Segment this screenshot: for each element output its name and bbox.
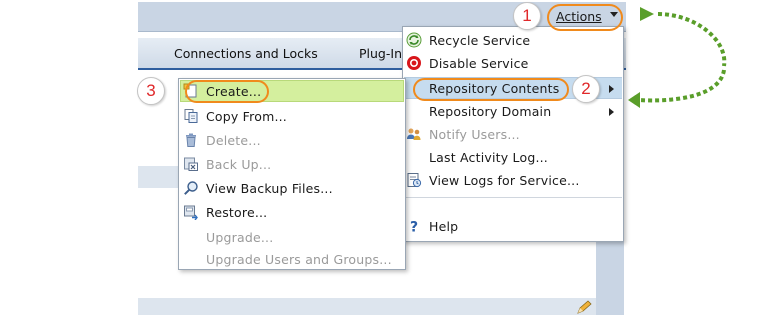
users-icon bbox=[405, 125, 423, 143]
menu-item-label: Restore... bbox=[206, 204, 268, 220]
step-number-2: 2 bbox=[572, 75, 600, 103]
menu-separator bbox=[404, 197, 622, 198]
menu-item-help[interactable]: ? Help bbox=[405, 215, 458, 237]
menu-item-recycle-service[interactable]: Recycle Service bbox=[405, 29, 530, 51]
submenu-item-view-backup-files[interactable]: View Backup Files... bbox=[182, 177, 333, 199]
flow-arrow-icon bbox=[628, 7, 727, 108]
submenu-item-back-up[interactable]: Back Up... bbox=[182, 153, 271, 175]
menu-item-repository-domain[interactable]: Repository Domain bbox=[405, 100, 551, 122]
tab-plug-ins[interactable]: Plug-In bbox=[359, 46, 402, 61]
menu-item-label: View Logs for Service... bbox=[429, 172, 580, 188]
menu-item-label: Last Activity Log... bbox=[429, 149, 548, 165]
magnifier-icon bbox=[182, 179, 200, 197]
disable-icon bbox=[405, 54, 423, 72]
menu-item-label: Recycle Service bbox=[429, 32, 531, 48]
menu-item-label: Upgrade Users and Groups... bbox=[206, 251, 392, 267]
submenu-item-restore[interactable]: Restore... bbox=[182, 201, 267, 223]
menu-item-label: Copy From... bbox=[206, 108, 287, 124]
menu-item-disable-service[interactable]: Disable Service bbox=[405, 52, 529, 74]
submenu-item-copy-from[interactable]: Copy From... bbox=[182, 105, 287, 127]
menu-item-label: Back Up... bbox=[206, 156, 272, 172]
svg-text:?: ? bbox=[410, 220, 418, 235]
submenu-item-delete[interactable]: Delete... bbox=[182, 129, 261, 151]
menu-item-label: Delete... bbox=[206, 132, 261, 148]
help-icon: ? bbox=[405, 217, 423, 235]
callout-highlight-create bbox=[185, 80, 269, 103]
menu-item-label: Notify Users... bbox=[429, 126, 520, 142]
menu-item-label: View Backup Files... bbox=[206, 180, 333, 196]
submenu-item-upgrade-users-and-groups[interactable]: Upgrade Users and Groups... bbox=[182, 248, 392, 270]
callout-highlight-repository-contents bbox=[413, 78, 569, 101]
tab-connections-and-locks[interactable]: Connections and Locks bbox=[174, 46, 318, 61]
menu-item-view-logs-for-service[interactable]: View Logs for Service... bbox=[405, 169, 580, 191]
menu-item-label: Help bbox=[429, 218, 459, 234]
submenu-item-upgrade[interactable]: Upgrade... bbox=[182, 226, 273, 248]
step-number-3: 3 bbox=[137, 77, 165, 105]
trash-icon bbox=[182, 131, 200, 149]
menu-item-label: Disable Service bbox=[429, 55, 529, 71]
menu-item-label: Upgrade... bbox=[206, 229, 274, 245]
menu-item-last-activity-log[interactable]: Last Activity Log... bbox=[405, 146, 548, 168]
backup-icon bbox=[182, 155, 200, 173]
copy-icon bbox=[182, 107, 200, 125]
step-number-1: 1 bbox=[513, 2, 541, 30]
pencil-icon[interactable] bbox=[576, 300, 592, 314]
recycle-icon bbox=[405, 31, 423, 49]
menu-item-notify-users[interactable]: Notify Users... bbox=[405, 123, 520, 145]
bottom-panel-header bbox=[138, 298, 596, 315]
restore-icon bbox=[182, 203, 200, 221]
menu-item-label: Repository Domain bbox=[429, 103, 552, 119]
log-icon bbox=[405, 171, 423, 189]
